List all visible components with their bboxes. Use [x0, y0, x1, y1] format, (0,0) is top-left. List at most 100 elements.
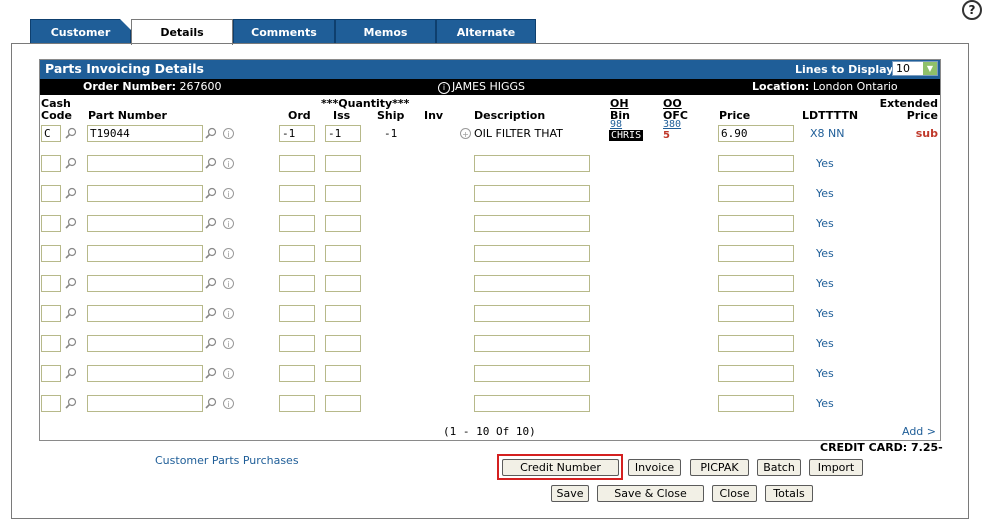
totals-button[interactable]: Totals: [765, 485, 813, 502]
import-button[interactable]: Import: [809, 459, 863, 476]
description-input[interactable]: [474, 245, 590, 262]
search-icon[interactable]: [205, 367, 217, 379]
save-close-button[interactable]: Save & Close: [597, 485, 704, 502]
batch-button[interactable]: Batch: [757, 459, 801, 476]
tab-details[interactable]: Details: [131, 19, 233, 45]
search-icon[interactable]: [205, 247, 217, 259]
help-icon[interactable]: ?: [962, 0, 982, 20]
search-icon[interactable]: [65, 367, 77, 379]
iss-qty-input[interactable]: [325, 215, 361, 232]
search-icon[interactable]: [65, 127, 77, 139]
search-icon[interactable]: [205, 277, 217, 289]
tab-memos[interactable]: Memos: [335, 19, 436, 44]
close-button[interactable]: Close: [712, 485, 757, 502]
iss-qty-input[interactable]: -1: [325, 125, 361, 142]
price-input[interactable]: [718, 395, 794, 412]
search-icon[interactable]: [65, 307, 77, 319]
iss-qty-input[interactable]: [325, 155, 361, 172]
part-number-input[interactable]: [87, 395, 203, 412]
price-input[interactable]: [718, 245, 794, 262]
search-icon[interactable]: [205, 217, 217, 229]
cash-code-input[interactable]: [41, 395, 61, 412]
info-icon[interactable]: i: [223, 278, 234, 289]
ldtttn-yes[interactable]: Yes: [816, 157, 834, 170]
part-number-input[interactable]: [87, 335, 203, 352]
ord-qty-input[interactable]: [279, 305, 315, 322]
ldtttn-yes[interactable]: Yes: [816, 397, 834, 410]
info-icon[interactable]: i: [223, 128, 234, 139]
tab-customer[interactable]: Customer: [30, 19, 131, 44]
iss-qty-input[interactable]: [325, 275, 361, 292]
cash-code-input[interactable]: [41, 305, 61, 322]
invoice-button[interactable]: Invoice: [628, 459, 681, 476]
iss-qty-input[interactable]: [325, 395, 361, 412]
cash-code-input[interactable]: [41, 365, 61, 382]
search-icon[interactable]: [205, 127, 217, 139]
customer-parts-purchases-link[interactable]: Customer Parts Purchases: [155, 454, 299, 467]
iss-qty-input[interactable]: [325, 185, 361, 202]
part-number-input[interactable]: [87, 185, 203, 202]
description-input[interactable]: [474, 395, 590, 412]
ldtttn-yes[interactable]: Yes: [816, 367, 834, 380]
ord-qty-input[interactable]: [279, 335, 315, 352]
cash-code-input[interactable]: [41, 245, 61, 262]
ldtttn-yes[interactable]: Yes: [816, 307, 834, 320]
price-input[interactable]: [718, 365, 794, 382]
ord-qty-input[interactable]: [279, 245, 315, 262]
info-icon[interactable]: i: [223, 248, 234, 259]
info-icon[interactable]: i: [223, 308, 234, 319]
description-input[interactable]: [474, 185, 590, 202]
ldtttn-yes[interactable]: Yes: [816, 217, 834, 230]
picpak-button[interactable]: PICPAK: [690, 459, 749, 476]
ldtttn-yes[interactable]: Yes: [816, 337, 834, 350]
part-number-input[interactable]: [87, 275, 203, 292]
info-icon[interactable]: i: [223, 158, 234, 169]
search-icon[interactable]: [205, 337, 217, 349]
part-number-input[interactable]: [87, 215, 203, 232]
tab-comments[interactable]: Comments: [233, 19, 335, 44]
info-icon[interactable]: i: [223, 368, 234, 379]
search-icon[interactable]: [65, 397, 77, 409]
description-input[interactable]: [474, 305, 590, 322]
credit-number-button[interactable]: Credit Number: [502, 459, 619, 476]
ord-qty-input[interactable]: [279, 365, 315, 382]
customer-name[interactable]: i JAMES HIGGS: [438, 80, 525, 94]
ldtttn-yes[interactable]: Yes: [816, 187, 834, 200]
search-icon[interactable]: [65, 337, 77, 349]
cash-code-input[interactable]: C: [41, 125, 61, 142]
cash-code-input[interactable]: [41, 185, 61, 202]
ord-qty-input[interactable]: [279, 185, 315, 202]
part-number-input[interactable]: [87, 245, 203, 262]
search-icon[interactable]: [205, 157, 217, 169]
info-icon[interactable]: i: [438, 82, 450, 94]
search-icon[interactable]: [205, 187, 217, 199]
add-line-link[interactable]: Add >: [902, 425, 936, 438]
info-icon[interactable]: i: [223, 188, 234, 199]
ord-qty-input[interactable]: [279, 395, 315, 412]
description-input[interactable]: [474, 365, 590, 382]
iss-qty-input[interactable]: [325, 335, 361, 352]
cash-code-input[interactable]: [41, 335, 61, 352]
iss-qty-input[interactable]: [325, 305, 361, 322]
ldtttn-value[interactable]: X8 NN: [810, 127, 845, 140]
cash-code-input[interactable]: [41, 275, 61, 292]
price-input[interactable]: [718, 155, 794, 172]
cash-code-input[interactable]: [41, 215, 61, 232]
iss-qty-input[interactable]: [325, 245, 361, 262]
price-input[interactable]: [718, 335, 794, 352]
tab-alternate-charge[interactable]: Alternate Charge: [436, 19, 536, 65]
price-input[interactable]: [718, 305, 794, 322]
oh-link[interactable]: 98: [610, 119, 622, 130]
info-icon[interactable]: i: [223, 218, 234, 229]
expand-icon[interactable]: +: [460, 128, 471, 139]
ord-qty-input[interactable]: [279, 155, 315, 172]
price-input[interactable]: [718, 275, 794, 292]
part-number-input[interactable]: [87, 155, 203, 172]
price-input[interactable]: 6.90: [718, 125, 794, 142]
info-icon[interactable]: i: [223, 398, 234, 409]
description-input[interactable]: [474, 155, 590, 172]
iss-qty-input[interactable]: [325, 365, 361, 382]
oo-link[interactable]: 380: [663, 119, 681, 130]
ldtttn-yes[interactable]: Yes: [816, 247, 834, 260]
ord-qty-input[interactable]: [279, 275, 315, 292]
